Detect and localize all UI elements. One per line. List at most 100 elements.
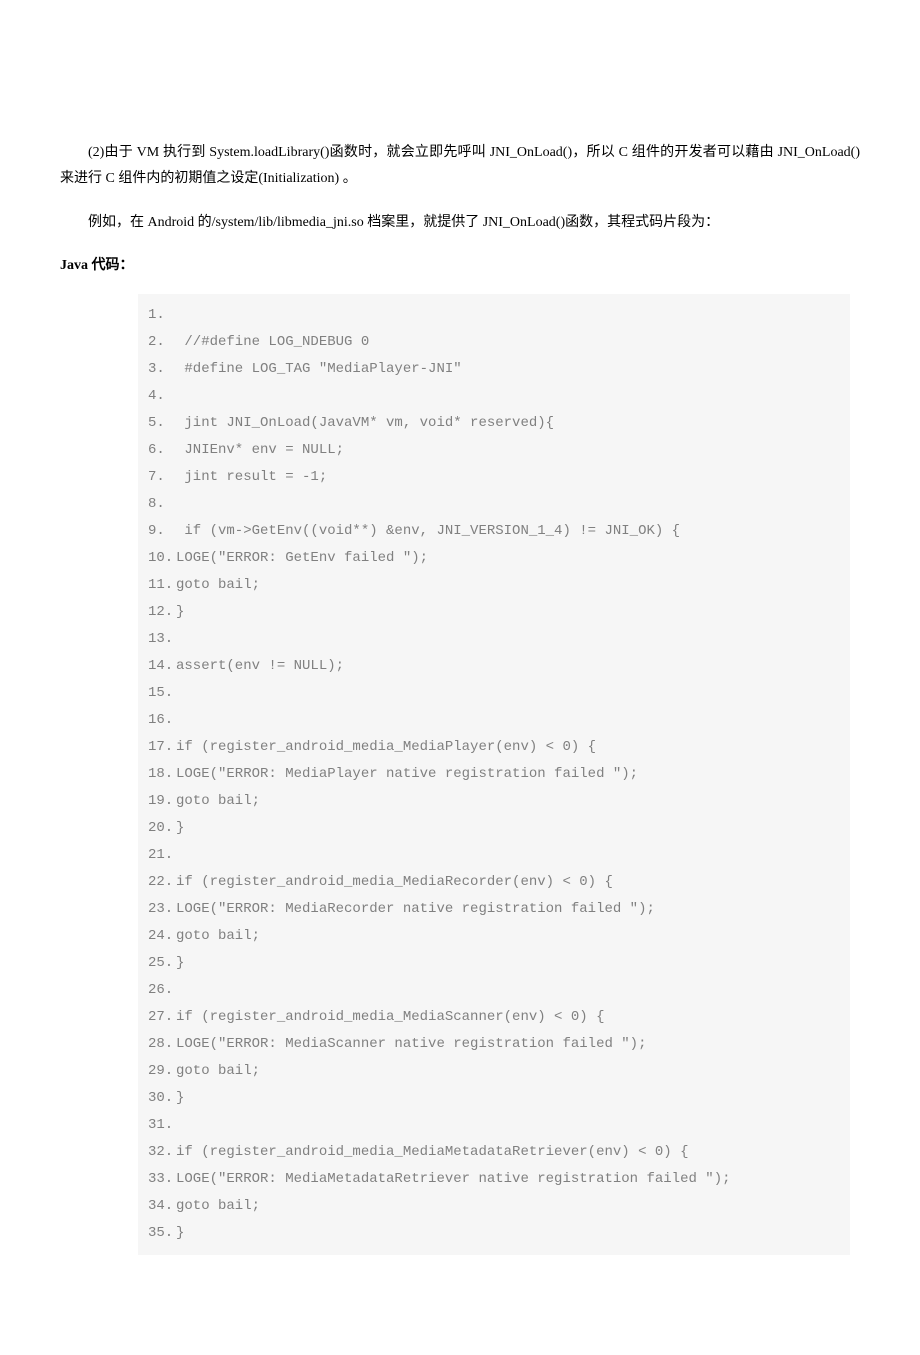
code-line: 18.LOGE("ERROR: MediaPlayer native regis… <box>148 761 840 788</box>
code-line: 2. //#define LOG_NDEBUG 0 <box>148 329 840 356</box>
java-code-label: Java 代码： <box>60 254 860 274</box>
line-number: 27. <box>148 1004 176 1031</box>
code-text: } <box>176 1225 184 1241</box>
line-number: 20. <box>148 815 176 842</box>
line-number: 26. <box>148 977 176 1004</box>
code-line: 8. <box>148 491 840 518</box>
line-number: 4. <box>148 383 176 410</box>
code-line: 31. <box>148 1112 840 1139</box>
code-text: if (register_android_media_MediaScanner(… <box>176 1009 604 1025</box>
code-line: 6. JNIEnv* env = NULL; <box>148 437 840 464</box>
document-page: (2)由于 VM 执行到 System.loadLibrary()函数时，就会立… <box>0 0 920 1355</box>
code-line: 29.goto bail; <box>148 1058 840 1085</box>
code-line: 1. <box>148 302 840 329</box>
line-number: 7. <box>148 464 176 491</box>
code-line: 14.assert(env != NULL); <box>148 653 840 680</box>
code-line: 4. <box>148 383 840 410</box>
code-line: 24.goto bail; <box>148 923 840 950</box>
line-number: 21. <box>148 842 176 869</box>
line-number: 33. <box>148 1166 176 1193</box>
line-number: 13. <box>148 626 176 653</box>
code-text: LOGE("ERROR: MediaMetadataRetriever nati… <box>176 1171 731 1187</box>
line-number: 1. <box>148 302 176 329</box>
code-text: } <box>176 604 184 620</box>
line-number: 18. <box>148 761 176 788</box>
code-line: 9. if (vm->GetEnv((void**) &env, JNI_VER… <box>148 518 840 545</box>
code-line: 20.} <box>148 815 840 842</box>
line-number: 16. <box>148 707 176 734</box>
line-number: 10. <box>148 545 176 572</box>
line-number: 23. <box>148 896 176 923</box>
line-number: 17. <box>148 734 176 761</box>
code-text: if (register_android_media_MediaMetadata… <box>176 1144 688 1160</box>
line-number: 11. <box>148 572 176 599</box>
code-text: LOGE("ERROR: GetEnv failed "); <box>176 550 428 566</box>
line-number: 3. <box>148 356 176 383</box>
line-number: 24. <box>148 923 176 950</box>
code-text: } <box>176 955 184 971</box>
line-number: 25. <box>148 950 176 977</box>
code-text: LOGE("ERROR: MediaPlayer native registra… <box>176 766 638 782</box>
line-number: 35. <box>148 1220 176 1247</box>
code-line: 19.goto bail; <box>148 788 840 815</box>
code-text: goto bail; <box>176 1063 260 1079</box>
line-number: 31. <box>148 1112 176 1139</box>
code-line: 28.LOGE("ERROR: MediaScanner native regi… <box>148 1031 840 1058</box>
code-line: 7. jint result = -1; <box>148 464 840 491</box>
code-line: 13. <box>148 626 840 653</box>
code-text: //#define LOG_NDEBUG 0 <box>176 334 369 350</box>
code-line: 5. jint JNI_OnLoad(JavaVM* vm, void* res… <box>148 410 840 437</box>
line-number: 19. <box>148 788 176 815</box>
code-line: 30.} <box>148 1085 840 1112</box>
code-line: 21. <box>148 842 840 869</box>
code-text: if (vm->GetEnv((void**) &env, JNI_VERSIO… <box>176 523 680 539</box>
paragraph-1: (2)由于 VM 执行到 System.loadLibrary()函数时，就会立… <box>60 140 860 192</box>
code-text: } <box>176 1090 184 1106</box>
line-number: 29. <box>148 1058 176 1085</box>
code-line: 34.goto bail; <box>148 1193 840 1220</box>
code-text: LOGE("ERROR: MediaRecorder native regist… <box>176 901 655 917</box>
code-line: 25.} <box>148 950 840 977</box>
code-line: 35.} <box>148 1220 840 1247</box>
code-line: 32.if (register_android_media_MediaMetad… <box>148 1139 840 1166</box>
code-text: jint result = -1; <box>176 469 327 485</box>
code-line: 11.goto bail; <box>148 572 840 599</box>
line-number: 6. <box>148 437 176 464</box>
line-number: 5. <box>148 410 176 437</box>
line-number: 14. <box>148 653 176 680</box>
code-line: 12.} <box>148 599 840 626</box>
code-line: 16. <box>148 707 840 734</box>
line-number: 2. <box>148 329 176 356</box>
code-text: } <box>176 820 184 836</box>
line-number: 22. <box>148 869 176 896</box>
code-line: 17.if (register_android_media_MediaPlaye… <box>148 734 840 761</box>
code-line: 23.LOGE("ERROR: MediaRecorder native reg… <box>148 896 840 923</box>
code-line: 27.if (register_android_media_MediaScann… <box>148 1004 840 1031</box>
line-number: 28. <box>148 1031 176 1058</box>
code-block: 1.2. //#define LOG_NDEBUG 03. #define LO… <box>138 294 850 1255</box>
code-text: goto bail; <box>176 577 260 593</box>
code-line: 26. <box>148 977 840 1004</box>
code-text: #define LOG_TAG "MediaPlayer-JNI" <box>176 361 462 377</box>
line-number: 12. <box>148 599 176 626</box>
line-number: 15. <box>148 680 176 707</box>
code-text: JNIEnv* env = NULL; <box>176 442 344 458</box>
line-number: 30. <box>148 1085 176 1112</box>
code-text: LOGE("ERROR: MediaScanner native registr… <box>176 1036 646 1052</box>
paragraph-2: 例如，在 Android 的/system/lib/libmedia_jni.s… <box>60 210 860 236</box>
code-line: 15. <box>148 680 840 707</box>
code-text: if (register_android_media_MediaRecorder… <box>176 874 613 890</box>
line-number: 34. <box>148 1193 176 1220</box>
code-line: 10.LOGE("ERROR: GetEnv failed "); <box>148 545 840 572</box>
line-number: 9. <box>148 518 176 545</box>
line-number: 8. <box>148 491 176 518</box>
code-line: 3. #define LOG_TAG "MediaPlayer-JNI" <box>148 356 840 383</box>
code-text: assert(env != NULL); <box>176 658 344 674</box>
code-text: goto bail; <box>176 793 260 809</box>
code-text: goto bail; <box>176 1198 260 1214</box>
code-line: 22.if (register_android_media_MediaRecor… <box>148 869 840 896</box>
code-text: if (register_android_media_MediaPlayer(e… <box>176 739 596 755</box>
line-number: 32. <box>148 1139 176 1166</box>
code-line: 33.LOGE("ERROR: MediaMetadataRetriever n… <box>148 1166 840 1193</box>
code-text: goto bail; <box>176 928 260 944</box>
